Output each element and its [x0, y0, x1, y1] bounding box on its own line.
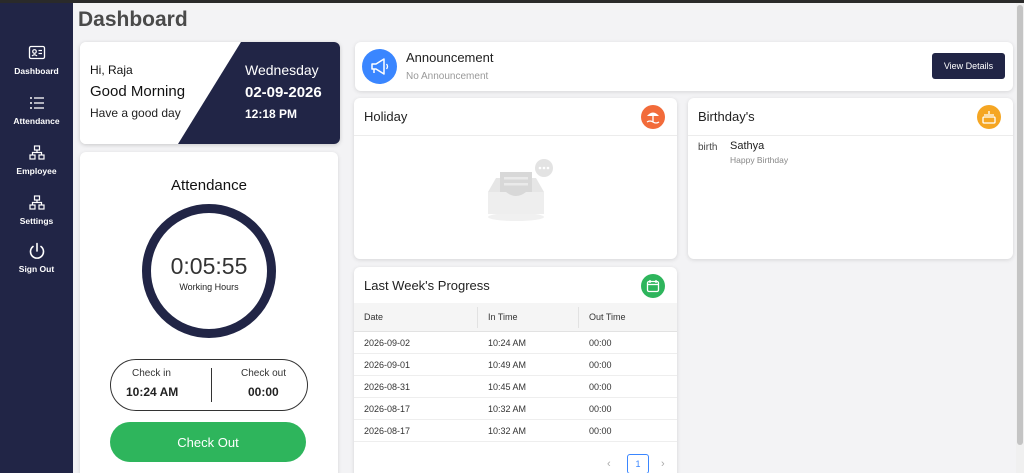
progress-header: Last Week's Progress: [354, 267, 677, 305]
column-header-date: Date: [364, 312, 384, 322]
table-row: 2026-09-01 10:49 AM 00:00: [354, 354, 677, 376]
current-date: 02-09-2026: [245, 84, 322, 101]
empty-inbox-icon: [488, 159, 553, 221]
calendar-icon: [641, 274, 665, 298]
power-icon: [29, 242, 44, 259]
table-header: Date In Time Out Time: [354, 303, 677, 332]
greeting-subtext: Have a good day: [90, 106, 181, 120]
column-header-out-time: Out Time: [589, 312, 626, 322]
holiday-header: Holiday: [354, 98, 677, 136]
org-chart-icon: [28, 145, 45, 160]
working-hours-label: Working Hours: [179, 282, 239, 292]
birthday-avatar: birth: [698, 142, 718, 153]
page-title: Dashboard: [78, 8, 188, 31]
beach-umbrella-icon: [641, 105, 665, 129]
cell-in-time: 10:24 AM: [488, 338, 527, 348]
sidebar-item-sign-out[interactable]: Sign Out: [0, 241, 73, 274]
holiday-title: Holiday: [364, 109, 408, 124]
sidebar-item-dashboard[interactable]: Dashboard: [0, 43, 73, 76]
current-time: 12:18 PM: [245, 107, 298, 121]
sidebar-item-label: Attendance: [13, 116, 60, 126]
pagination-prev-icon[interactable]: ‹: [607, 458, 611, 470]
table-row: 2026-08-17 10:32 AM 00:00: [354, 420, 677, 442]
check-out-value: 00:00: [248, 385, 279, 399]
greeting-message: Good Morning: [90, 83, 186, 100]
greeting-card: Hi, Raja Good Morning Have a good day We…: [80, 42, 340, 144]
pagination-page[interactable]: 1: [627, 454, 649, 473]
cell-date: 2026-08-31: [364, 382, 411, 392]
table-row: 2026-08-31 10:45 AM 00:00: [354, 376, 677, 398]
id-card-icon: [28, 45, 45, 60]
sidebar-item-label: Employee: [16, 166, 57, 176]
sidebar-item-settings[interactable]: Settings: [0, 193, 73, 226]
column-separator: [477, 307, 478, 328]
page-scrollbar[interactable]: [1016, 3, 1024, 473]
birthday-message: Happy Birthday: [730, 155, 789, 165]
announcement-title: Announcement: [406, 50, 494, 65]
cell-in-time: 10:32 AM: [488, 404, 527, 414]
check-in-value: 10:24 AM: [126, 385, 179, 399]
greeting-name: Hi, Raja: [90, 63, 133, 77]
sidebar-item-label: Settings: [19, 216, 54, 226]
table-row: 2026-08-17 10:32 AM 00:00: [354, 398, 677, 420]
megaphone-icon: [362, 49, 397, 84]
cell-date: 2026-08-17: [364, 426, 411, 436]
holiday-card: Holiday: [354, 98, 677, 259]
birthday-title: Birthday's: [698, 109, 755, 124]
cell-out-time: 00:00: [589, 338, 612, 348]
current-weekday: Wednesday: [245, 62, 319, 78]
cell-in-time: 10:45 AM: [488, 382, 527, 392]
cell-out-time: 00:00: [589, 426, 612, 436]
check-divider: [211, 368, 212, 402]
check-in-label: Check in: [132, 368, 171, 379]
attendance-title: Attendance: [171, 177, 247, 194]
org-chart-icon: [28, 195, 45, 210]
progress-title: Last Week's Progress: [364, 278, 490, 293]
sidebar-item-label: Dashboard: [14, 66, 59, 76]
check-out-button[interactable]: Check Out: [110, 422, 306, 462]
cell-date: 2026-08-17: [364, 404, 411, 414]
main-content: Dashboard Hi, Raja Good Morning Have a g…: [73, 3, 1024, 473]
cell-out-time: 00:00: [589, 404, 612, 414]
announcement-subtitle: No Announcement: [406, 71, 489, 82]
check-in-out-panel: Check in 10:24 AM Check out 00:00: [110, 359, 308, 411]
cell-in-time: 10:49 AM: [488, 360, 527, 370]
cell-out-time: 00:00: [589, 382, 612, 392]
table-row: 2026-09-02 10:24 AM 00:00: [354, 332, 677, 354]
birthday-card: Birthday's birth Sathya Happy Birthday: [688, 98, 1013, 259]
column-separator: [578, 307, 579, 328]
column-header-in-time: In Time: [488, 312, 518, 322]
announcement-card: Announcement No Announcement View Detail…: [355, 42, 1013, 91]
sidebar-item-label: Sign Out: [18, 264, 55, 274]
timer-ring: 0:05:55 Working Hours: [142, 204, 276, 338]
cell-date: 2026-09-02: [364, 338, 411, 348]
view-details-button[interactable]: View Details: [932, 53, 1005, 79]
working-timer: 0:05:55: [170, 253, 248, 279]
sidebar-item-attendance[interactable]: Attendance: [0, 93, 73, 126]
birthday-header: Birthday's: [688, 98, 1013, 136]
list-icon: [29, 97, 44, 109]
sidebar: Dashboard Attendance Employee Settings S…: [0, 3, 73, 473]
scrollbar-thumb[interactable]: [1017, 5, 1023, 445]
cell-date: 2026-09-01: [364, 360, 411, 370]
birthday-person-name: Sathya: [730, 140, 765, 152]
pagination-next-icon[interactable]: ›: [661, 458, 665, 470]
cell-out-time: 00:00: [589, 360, 612, 370]
sidebar-item-employee[interactable]: Employee: [0, 143, 73, 176]
progress-card: Last Week's Progress Date In Time Out Ti…: [354, 267, 677, 473]
attendance-card: Attendance 0:05:55 Working Hours Check i…: [80, 152, 338, 473]
cake-icon: [977, 105, 1001, 129]
check-out-label: Check out: [241, 368, 287, 379]
cell-in-time: 10:32 AM: [488, 426, 527, 436]
